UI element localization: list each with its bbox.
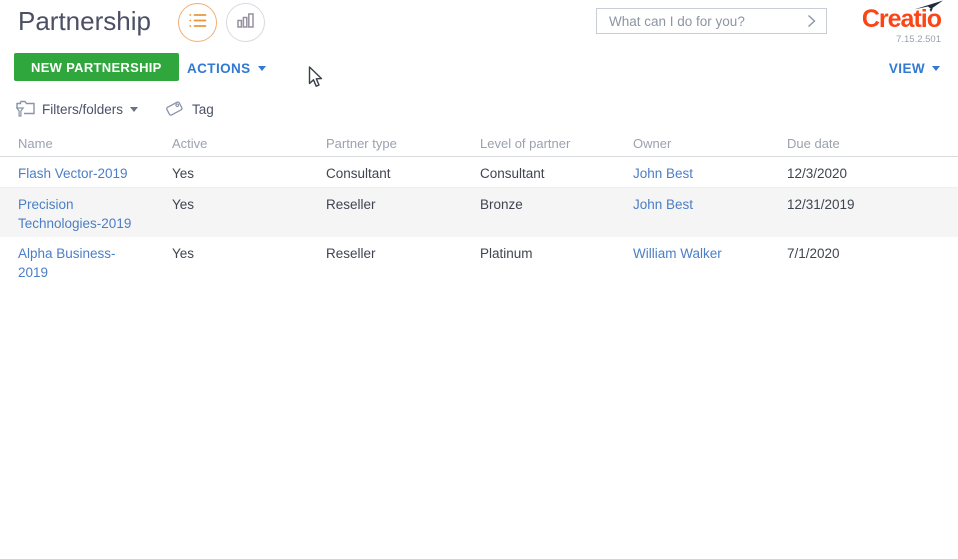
column-header-active[interactable]: Active	[154, 131, 308, 156]
partnership-name-link[interactable]: Precision Technologies-2019	[18, 197, 131, 231]
caret-down-icon	[130, 106, 139, 112]
analytics-view-button[interactable]	[226, 3, 265, 42]
paper-plane-icon	[914, 0, 944, 18]
owner-link[interactable]: William Walker	[633, 246, 722, 261]
folder-funnel-icon	[16, 100, 35, 117]
active-value: Yes	[172, 246, 195, 261]
due-date-value: 12/3/2020	[787, 166, 848, 181]
bar-chart-icon	[237, 12, 254, 33]
partnership-name-link[interactable]: Alpha Business-2019	[18, 246, 116, 280]
table-header-row: Name Active Partner type Level of partne…	[0, 131, 958, 157]
column-header-partner-type[interactable]: Partner type	[308, 131, 462, 156]
due-date-value: 7/1/2020	[787, 246, 840, 261]
level-value: Consultant	[480, 166, 545, 181]
active-value: Yes	[172, 166, 195, 181]
caret-down-icon	[257, 66, 266, 71]
column-header-due-date[interactable]: Due date	[769, 131, 958, 156]
tag-label: Tag	[192, 101, 214, 117]
list-icon	[188, 13, 207, 33]
level-value: Bronze	[480, 197, 523, 212]
partnership-page: Partnership What can I do for you? Creat…	[0, 0, 958, 559]
actions-label: ACTIONS	[187, 61, 251, 76]
partner-type-value: Consultant	[326, 166, 391, 181]
tag-button[interactable]: Tag	[164, 100, 214, 118]
list-view-button[interactable]	[178, 3, 217, 42]
column-header-name[interactable]: Name	[0, 131, 154, 156]
partnership-name-link[interactable]: Flash Vector-2019	[18, 166, 128, 181]
new-partnership-button[interactable]: NEW PARTNERSHIP	[14, 53, 179, 81]
filter-bar: Filters/folders Tag	[16, 99, 214, 119]
search-input[interactable]	[597, 13, 796, 29]
partner-type-value: Reseller	[326, 246, 376, 261]
creatio-logo: Creatio	[845, 0, 943, 34]
partner-type-value: Reseller	[326, 197, 376, 212]
chevron-right-icon	[807, 14, 816, 28]
command-line-search	[596, 8, 827, 34]
table-body: Flash Vector-2019 Yes Consultant Consult…	[0, 157, 958, 280]
owner-link[interactable]: John Best	[633, 166, 693, 181]
owner-link[interactable]: John Best	[633, 197, 693, 212]
due-date-value: 12/31/2019	[787, 197, 855, 212]
search-submit-button[interactable]	[796, 9, 826, 33]
view-dropdown[interactable]: VIEW	[889, 61, 940, 76]
version-label: 7.15.2.501	[896, 34, 941, 45]
caret-down-icon	[932, 66, 940, 71]
tag-icon	[166, 101, 183, 116]
table-row[interactable]: Alpha Business-2019 Yes Reseller Platinu…	[0, 237, 958, 280]
page-title: Partnership	[18, 6, 151, 36]
actions-dropdown[interactable]: ACTIONS	[187, 61, 266, 76]
table-row[interactable]: Flash Vector-2019 Yes Consultant Consult…	[0, 157, 958, 188]
table-row-selected[interactable]: Precision Technologies-2019 Yes Reseller…	[0, 188, 958, 237]
column-header-level[interactable]: Level of partner	[462, 131, 615, 156]
filters-folders-label: Filters/folders	[42, 101, 124, 117]
column-header-owner[interactable]: Owner	[615, 131, 769, 156]
mouse-cursor	[308, 66, 324, 93]
level-value: Platinum	[480, 246, 533, 261]
partnership-table: Name Active Partner type Level of partne…	[0, 131, 958, 280]
view-label: VIEW	[888, 61, 925, 76]
active-value: Yes	[172, 197, 195, 212]
filters-folders-dropdown[interactable]: Filters/folders	[16, 99, 139, 119]
